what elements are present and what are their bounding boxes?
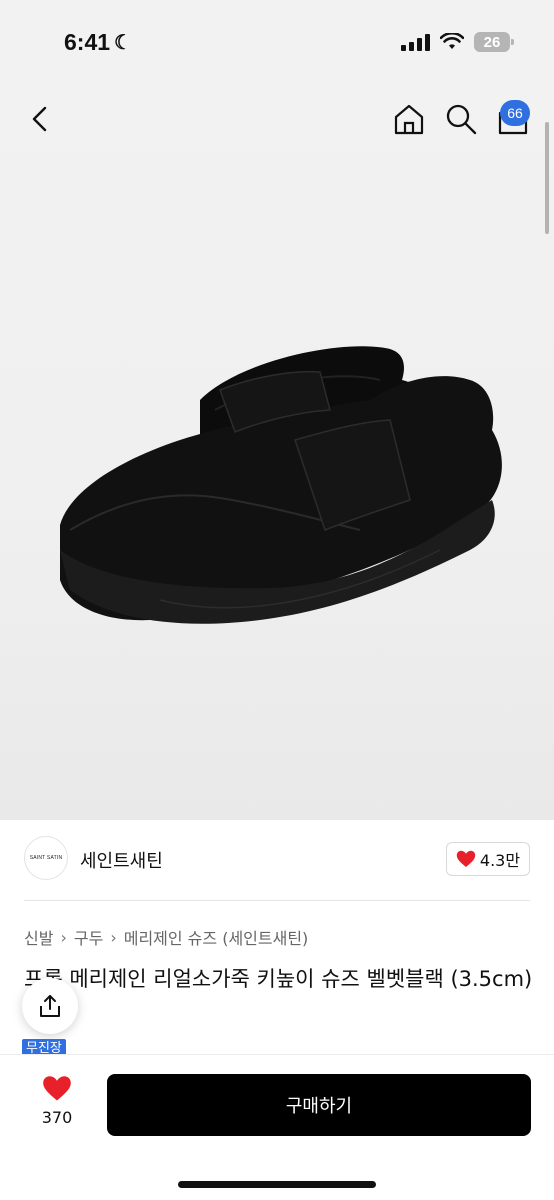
breadcrumb-item[interactable]: 메리제인 슈즈 (세인트새틴) <box>124 925 309 949</box>
heart-icon <box>456 850 476 867</box>
seller-row: SAINT SATIN 세인트새틴 4.3만 <box>0 834 554 894</box>
top-navigation <box>0 96 554 146</box>
wishlist-button[interactable]: 370 <box>30 1075 84 1139</box>
product-title: 프롬 메리제인 리얼소가죽 키높이 슈즈 벨벳블랙 (3.5cm) <box>24 967 533 991</box>
share-button[interactable] <box>22 978 78 1034</box>
moon-icon: ☾ <box>114 31 132 54</box>
buy-button[interactable]: 구매하기 <box>107 1074 531 1136</box>
status-bar: 6:41 ☾ 26 <box>0 0 554 84</box>
cart-count: 66 <box>507 105 523 121</box>
seller-like-count: 4.3만 <box>479 851 521 870</box>
home-indicator[interactable] <box>178 1181 376 1188</box>
status-indicators: 26 <box>401 32 514 52</box>
wifi-icon <box>440 33 464 49</box>
search-icon[interactable] <box>444 102 478 136</box>
wishlist-count: 370 <box>41 1108 73 1127</box>
back-icon[interactable] <box>24 102 58 136</box>
battery-level: 26 <box>483 33 501 51</box>
divider <box>24 900 530 901</box>
seller-name[interactable]: 세인트새틴 <box>80 847 163 873</box>
cellular-signal-icon <box>401 33 430 51</box>
chevron-right-icon: › <box>60 927 67 947</box>
scrollbar[interactable] <box>545 122 549 234</box>
share-icon <box>40 995 60 1017</box>
seller-like-button[interactable]: 4.3만 <box>446 842 530 876</box>
status-time-text: 6:41 <box>64 28 111 55</box>
status-time: 6:41 ☾ <box>64 29 132 56</box>
breadcrumb-item[interactable]: 구두 <box>74 925 103 949</box>
battery-icon: 26 <box>474 32 514 52</box>
bottom-action-bar: 370 구매하기 <box>0 1054 554 1200</box>
cart-count-badge: 66 <box>500 100 530 126</box>
chevron-right-icon: › <box>110 927 117 947</box>
heart-icon <box>43 1076 71 1101</box>
seller-logo-text: SAINT SATIN <box>29 855 63 861</box>
home-icon[interactable] <box>392 102 426 136</box>
breadcrumb-item[interactable]: 신발 <box>24 925 53 949</box>
seller-logo[interactable]: SAINT SATIN <box>24 836 68 880</box>
breadcrumb: 신발 › 구두 › 메리제인 슈즈 (세인트새틴) <box>24 925 308 949</box>
product-image <box>60 346 502 624</box>
